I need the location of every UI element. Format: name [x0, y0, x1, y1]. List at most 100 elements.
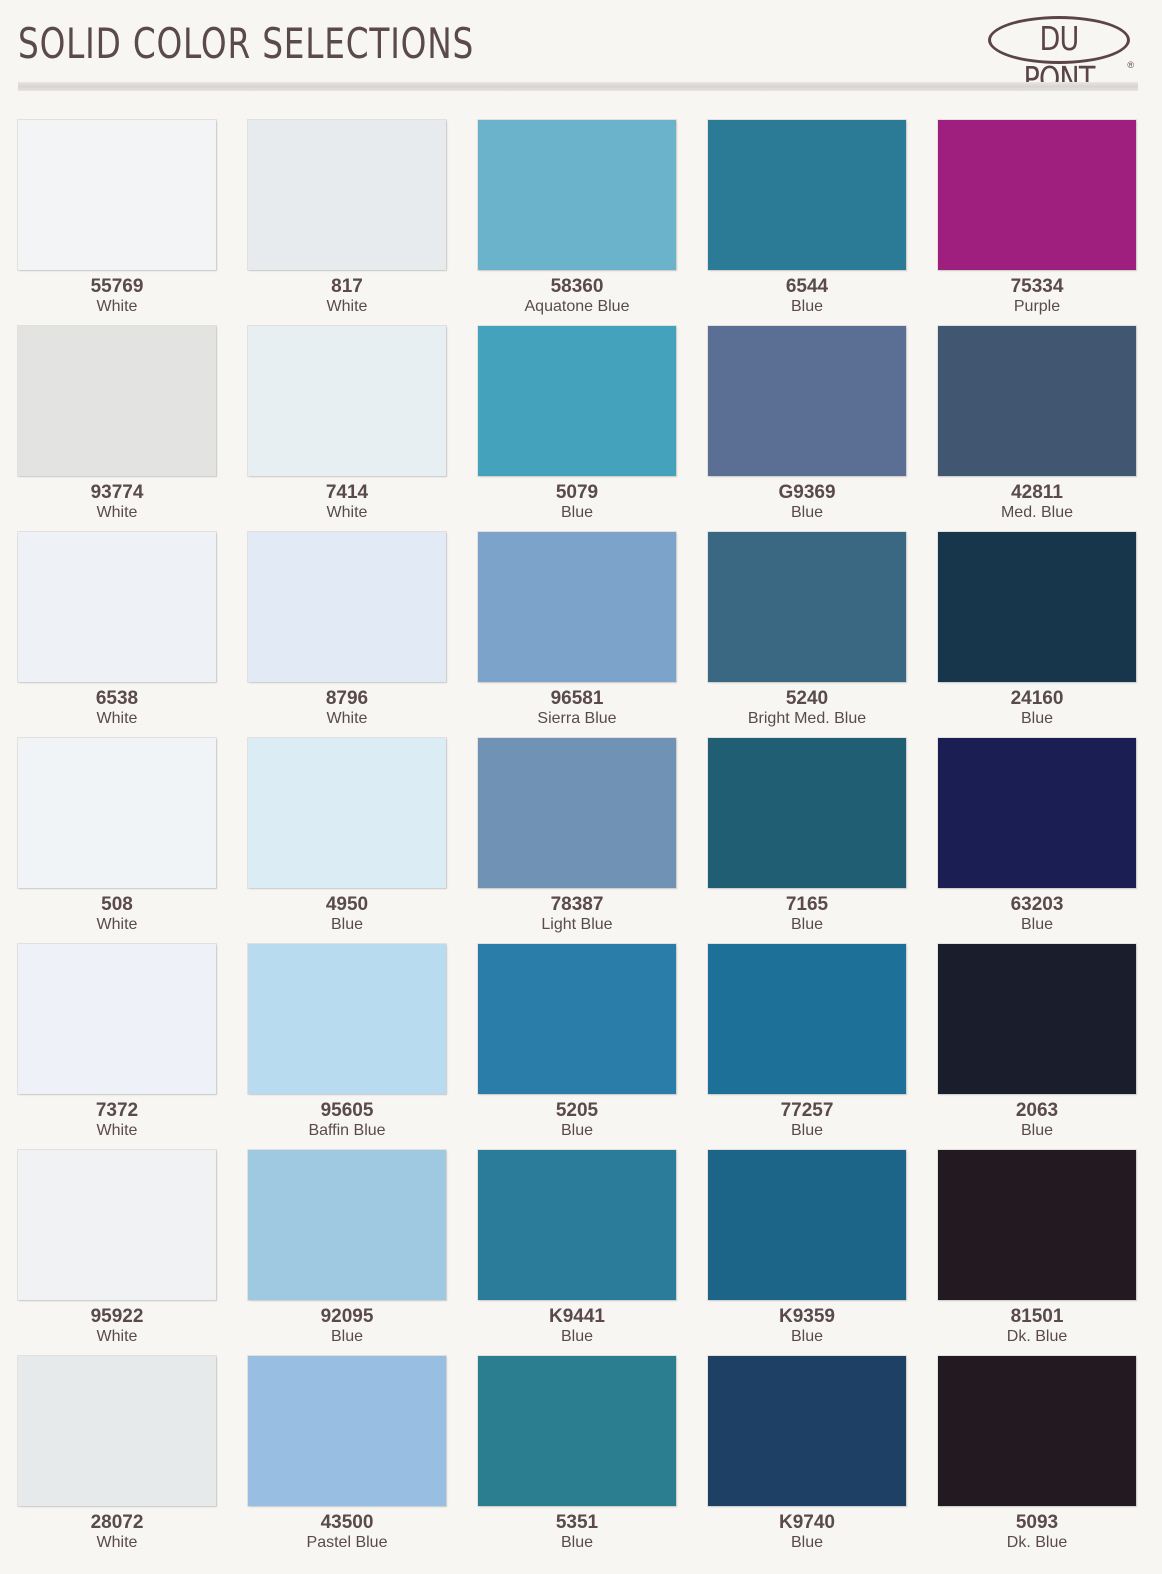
color-code: 6538 [95, 688, 139, 709]
color-swatch [938, 1356, 1136, 1506]
color-swatch [938, 120, 1136, 270]
color-swatch [478, 120, 676, 270]
color-code: 6544 [785, 276, 829, 297]
color-name: Blue [790, 1534, 824, 1551]
color-chip: 5205 Blue [478, 944, 676, 1150]
color-swatch [18, 532, 216, 682]
color-code: 7165 [785, 894, 829, 915]
color-chip: 43500 Pastel Blue [248, 1356, 446, 1562]
color-swatch [18, 738, 216, 888]
color-chip: 7165 Blue [708, 738, 906, 944]
color-chip: 42811 Med. Blue [938, 326, 1136, 532]
color-code: 5240 [785, 688, 829, 709]
color-chip: 81501 Dk. Blue [938, 1150, 1136, 1356]
color-swatch [708, 532, 906, 682]
color-name: Bright Med. Blue [747, 710, 867, 727]
color-swatch [248, 326, 446, 476]
color-code: 81501 [1010, 1306, 1064, 1327]
color-chip: 6538 White [18, 532, 216, 738]
color-swatch [938, 738, 1136, 888]
color-swatch [478, 1150, 676, 1300]
color-code: 58360 [550, 276, 604, 297]
color-chip: 2063 Blue [938, 944, 1136, 1150]
color-swatch [478, 326, 676, 476]
color-swatch [18, 1150, 216, 1300]
color-chip: 4950 Blue [248, 738, 446, 944]
color-code: 508 [101, 894, 133, 915]
color-chip: 5351 Blue [478, 1356, 676, 1562]
color-swatch [18, 944, 216, 1094]
color-name: Baffin Blue [308, 1122, 386, 1139]
color-code: 75334 [1010, 276, 1064, 297]
color-swatch [708, 120, 906, 270]
color-swatch [478, 944, 676, 1094]
color-name: Blue [330, 1328, 364, 1345]
color-swatch [18, 1356, 216, 1506]
color-name: Purple [1013, 298, 1061, 315]
color-name: Blue [1020, 1122, 1054, 1139]
color-code: 2063 [1015, 1100, 1059, 1121]
color-code: 77257 [780, 1100, 834, 1121]
color-swatch [478, 738, 676, 888]
color-swatch [248, 1356, 446, 1506]
color-swatch [938, 326, 1136, 476]
color-name: Blue [330, 916, 364, 933]
color-code: 43500 [320, 1512, 374, 1533]
color-code: 817 [331, 276, 363, 297]
color-swatch [18, 326, 216, 476]
color-code: 78387 [550, 894, 604, 915]
color-code: 4950 [325, 894, 369, 915]
color-name: Blue [790, 298, 824, 315]
color-swatch [708, 326, 906, 476]
color-chip: 78387 Light Blue [478, 738, 676, 944]
color-name: Blue [560, 504, 594, 521]
color-chip: 58360 Aquatone Blue [478, 120, 676, 326]
color-chip: 75334 Purple [938, 120, 1136, 326]
color-code: 24160 [1010, 688, 1064, 709]
color-code: 7372 [95, 1100, 139, 1121]
color-chip: K9441 Blue [478, 1150, 676, 1356]
color-chip: 77257 Blue [708, 944, 906, 1150]
color-swatch [478, 532, 676, 682]
color-code: K9359 [779, 1306, 835, 1327]
color-chip: 93774 White [18, 326, 216, 532]
color-swatch [248, 944, 446, 1094]
color-code: 96581 [550, 688, 604, 709]
color-name: Dk. Blue [1006, 1534, 1068, 1551]
color-chip: 7372 White [18, 944, 216, 1150]
color-code: 8796 [325, 688, 369, 709]
color-name: White [326, 298, 368, 315]
color-name: Blue [790, 916, 824, 933]
color-code: G9369 [778, 482, 836, 503]
color-swatch [248, 120, 446, 270]
dupont-logo: DU PONT ® [988, 14, 1136, 98]
color-swatch [248, 1150, 446, 1300]
color-name: White [326, 710, 368, 727]
color-chip: 55769 White [18, 120, 216, 326]
color-name: Dk. Blue [1006, 1328, 1068, 1345]
registered-mark: ® [1127, 60, 1134, 70]
color-name: Blue [1020, 916, 1054, 933]
color-chip: 96581 Sierra Blue [478, 532, 676, 738]
color-name: White [96, 1534, 138, 1551]
color-code: 95605 [320, 1100, 374, 1121]
color-chip: 63203 Blue [938, 738, 1136, 944]
color-code: 5093 [1015, 1512, 1059, 1533]
color-chip: 5079 Blue [478, 326, 676, 532]
color-chip: 95605 Baffin Blue [248, 944, 446, 1150]
color-swatch [708, 1150, 906, 1300]
color-chip: 8796 White [248, 532, 446, 738]
color-code: K9740 [779, 1512, 835, 1533]
header-divider [18, 82, 1138, 91]
color-code: 93774 [90, 482, 144, 503]
page-title: SOLID COLOR SELECTIONS [18, 19, 475, 68]
color-name: White [96, 1122, 138, 1139]
color-code: 95922 [90, 1306, 144, 1327]
color-code: 42811 [1011, 482, 1063, 503]
color-chip: 95922 White [18, 1150, 216, 1356]
color-code: 5351 [555, 1512, 599, 1533]
color-name: Blue [560, 1328, 594, 1345]
color-chip: 817 White [248, 120, 446, 326]
color-name: White [96, 298, 138, 315]
color-swatch [938, 944, 1136, 1094]
